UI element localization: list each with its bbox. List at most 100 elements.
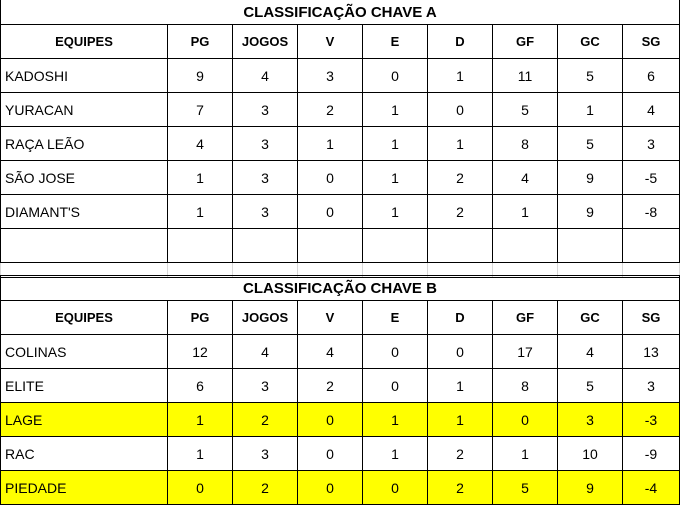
v-cell[interactable]: 2 (297, 368, 363, 403)
column-header[interactable]: E (362, 24, 428, 59)
e-cell[interactable]: 1 (362, 160, 428, 195)
e-cell[interactable]: 1 (362, 126, 428, 161)
d-cell[interactable]: 2 (427, 436, 493, 471)
column-header[interactable]: GC (557, 300, 623, 335)
pg-cell[interactable]: 12 (167, 334, 233, 369)
gc-cell[interactable]: 5 (557, 58, 623, 93)
e-cell[interactable]: 0 (362, 470, 428, 505)
team-cell[interactable]: YURACAN (0, 92, 168, 127)
column-header[interactable]: EQUIPES (0, 24, 168, 59)
sg-cell[interactable]: -4 (622, 470, 680, 505)
gc-cell[interactable]: 1 (557, 92, 623, 127)
team-cell[interactable]: RAC (0, 436, 168, 471)
v-cell[interactable]: 3 (297, 58, 363, 93)
gc-cell[interactable]: 9 (557, 470, 623, 505)
empty-cell[interactable] (232, 228, 298, 263)
column-header[interactable]: EQUIPES (0, 300, 168, 335)
v-cell[interactable]: 0 (297, 470, 363, 505)
jogos-cell[interactable]: 3 (232, 368, 298, 403)
v-cell[interactable]: 0 (297, 194, 363, 229)
column-header[interactable]: GC (557, 24, 623, 59)
d-cell[interactable]: 1 (427, 368, 493, 403)
pg-cell[interactable]: 7 (167, 92, 233, 127)
team-cell[interactable]: COLINAS (0, 334, 168, 369)
column-header[interactable]: GF (492, 24, 558, 59)
d-cell[interactable]: 1 (427, 58, 493, 93)
jogos-cell[interactable]: 4 (232, 58, 298, 93)
gf-cell[interactable]: 4 (492, 160, 558, 195)
sg-cell[interactable]: -8 (622, 194, 680, 229)
column-header[interactable]: V (297, 300, 363, 335)
sg-cell[interactable]: -9 (622, 436, 680, 471)
pg-cell[interactable]: 4 (167, 126, 233, 161)
empty-cell[interactable] (0, 228, 168, 263)
empty-cell[interactable] (427, 228, 493, 263)
d-cell[interactable]: 1 (427, 126, 493, 161)
e-cell[interactable]: 0 (362, 368, 428, 403)
column-header[interactable]: JOGOS (232, 300, 298, 335)
e-cell[interactable]: 1 (362, 436, 428, 471)
pg-cell[interactable]: 6 (167, 368, 233, 403)
gc-cell[interactable]: 4 (557, 334, 623, 369)
sg-cell[interactable]: 3 (622, 368, 680, 403)
team-cell[interactable]: PIEDADE (0, 470, 168, 505)
column-header[interactable]: PG (167, 300, 233, 335)
gc-cell[interactable]: 9 (557, 194, 623, 229)
e-cell[interactable]: 1 (362, 92, 428, 127)
team-cell[interactable]: LAGE (0, 402, 168, 437)
team-cell[interactable]: ELITE (0, 368, 168, 403)
column-header[interactable]: SG (622, 300, 680, 335)
pg-cell[interactable]: 1 (167, 402, 233, 437)
jogos-cell[interactable]: 4 (232, 334, 298, 369)
gc-cell[interactable]: 5 (557, 126, 623, 161)
team-cell[interactable]: DIAMANT'S (0, 194, 168, 229)
column-header[interactable]: SG (622, 24, 680, 59)
column-header[interactable]: D (427, 300, 493, 335)
sg-cell[interactable]: 4 (622, 92, 680, 127)
gc-cell[interactable]: 9 (557, 160, 623, 195)
d-cell[interactable]: 2 (427, 470, 493, 505)
gf-cell[interactable]: 1 (492, 194, 558, 229)
gc-cell[interactable]: 3 (557, 402, 623, 437)
empty-cell[interactable] (362, 228, 428, 263)
v-cell[interactable]: 0 (297, 402, 363, 437)
gc-cell[interactable]: 10 (557, 436, 623, 471)
sg-cell[interactable]: 13 (622, 334, 680, 369)
jogos-cell[interactable]: 3 (232, 194, 298, 229)
jogos-cell[interactable]: 3 (232, 160, 298, 195)
sg-cell[interactable]: 3 (622, 126, 680, 161)
pg-cell[interactable]: 1 (167, 160, 233, 195)
jogos-cell[interactable]: 2 (232, 402, 298, 437)
d-cell[interactable]: 2 (427, 160, 493, 195)
empty-cell[interactable] (297, 228, 363, 263)
d-cell[interactable]: 1 (427, 402, 493, 437)
column-header[interactable]: GF (492, 300, 558, 335)
column-header[interactable]: JOGOS (232, 24, 298, 59)
team-cell[interactable]: RAÇA LEÃO (0, 126, 168, 161)
sg-cell[interactable]: 6 (622, 58, 680, 93)
jogos-cell[interactable]: 3 (232, 436, 298, 471)
sg-cell[interactable]: -5 (622, 160, 680, 195)
gf-cell[interactable]: 11 (492, 58, 558, 93)
empty-cell[interactable] (492, 228, 558, 263)
column-header[interactable]: E (362, 300, 428, 335)
gf-cell[interactable]: 17 (492, 334, 558, 369)
empty-cell[interactable] (557, 228, 623, 263)
v-cell[interactable]: 1 (297, 126, 363, 161)
v-cell[interactable]: 0 (297, 160, 363, 195)
pg-cell[interactable]: 0 (167, 470, 233, 505)
pg-cell[interactable]: 9 (167, 58, 233, 93)
empty-cell[interactable] (167, 228, 233, 263)
v-cell[interactable]: 4 (297, 334, 363, 369)
gc-cell[interactable]: 5 (557, 368, 623, 403)
jogos-cell[interactable]: 3 (232, 126, 298, 161)
team-cell[interactable]: SÃO JOSE (0, 160, 168, 195)
empty-cell[interactable] (622, 228, 680, 263)
pg-cell[interactable]: 1 (167, 436, 233, 471)
gf-cell[interactable]: 1 (492, 436, 558, 471)
d-cell[interactable]: 0 (427, 92, 493, 127)
gf-cell[interactable]: 8 (492, 368, 558, 403)
jogos-cell[interactable]: 3 (232, 92, 298, 127)
e-cell[interactable]: 1 (362, 402, 428, 437)
gf-cell[interactable]: 8 (492, 126, 558, 161)
